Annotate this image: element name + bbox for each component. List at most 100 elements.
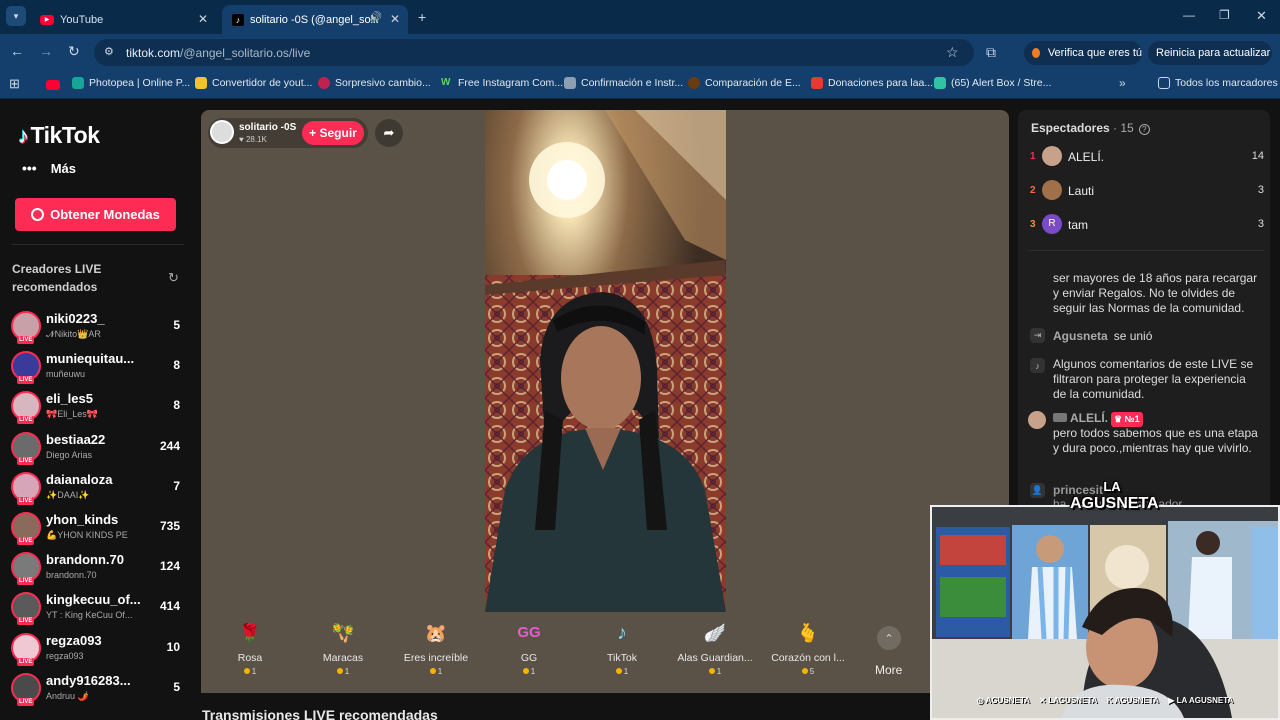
creator-row[interactable]: LIVE brandonn.70 brandonn.70 124 — [8, 549, 186, 587]
creator-row[interactable]: LIVE kingkecuu_of... YT : King KeCuu Of...… — [8, 589, 186, 627]
gift-item[interactable]: 🪽 Alas Guardian... 1 — [673, 620, 757, 686]
creator-name: bestiaa22 — [46, 431, 106, 447]
tiktok-logo[interactable]: ♪ TikTok — [18, 122, 100, 149]
bookmark-photopea[interactable]: Photopea | Online P... — [72, 77, 190, 89]
creator-row[interactable]: LIVE yhon_kinds 💪YHON KINDS PE 735 — [8, 509, 186, 547]
audio-playing-icon[interactable]: 🔊 — [370, 12, 382, 23]
user-icon: 👤 — [1030, 483, 1045, 498]
chevron-up-icon[interactable]: ⌃ — [877, 626, 901, 650]
creator-viewer-count: 735 — [159, 519, 180, 533]
minimize-icon[interactable]: — — [1183, 8, 1195, 22]
tiktok-favicon-icon: ♪ — [232, 13, 244, 26]
back-icon[interactable]: ← — [10, 43, 24, 59]
gift-item[interactable]: GG GG 1 — [487, 620, 571, 686]
bookmark-youtube-icon[interactable] — [46, 80, 60, 90]
more-bookmarks-icon[interactable]: » — [1119, 76, 1126, 90]
creator-row[interactable]: LIVE daianaloza ✨DAAI✨ 7 — [8, 469, 186, 507]
bookmark-confirmacion[interactable]: Confirmación e Instr... — [564, 77, 683, 89]
forward-icon[interactable]: → — [39, 43, 53, 59]
viewer-row[interactable]: 2 Lauti 3 — [1028, 177, 1264, 207]
host-avatar[interactable] — [210, 120, 234, 144]
bookmark-donaciones[interactable]: Donaciones para laa... — [811, 77, 933, 89]
creator-viewer-count: 124 — [159, 559, 180, 574]
site-info-icon[interactable]: ⚙ — [104, 45, 114, 58]
level-badge-icon — [1053, 413, 1067, 422]
creator-viewer-count: 10 — [166, 639, 180, 654]
gift-item[interactable]: 🌹 Rosa 1 — [208, 620, 292, 686]
live-badge: LIVE — [17, 537, 35, 545]
creator-name: kingkecuu_of... — [46, 592, 141, 608]
tab-title: YouTube — [60, 13, 104, 26]
comment-user[interactable]: ALELÍ. — [1070, 411, 1108, 425]
instagram-handle: ◎ AGUSNETA — [977, 696, 1030, 705]
bookmark-alertbox[interactable]: (65) Alert Box / Stre... — [934, 77, 1051, 89]
creator-row[interactable]: LIVE bestiaa22 Diego Arias 244 — [8, 429, 186, 467]
gift-item[interactable]: 🫰 Corazón con l... 5 — [766, 620, 850, 686]
host-name[interactable]: solitario -0S — [239, 122, 296, 133]
gift-name: Alas Guardian... — [677, 652, 753, 664]
viewers-title: Espectadores — [1031, 121, 1110, 135]
bookmark-sorpresivo[interactable]: Sorpresivo cambio... — [318, 77, 431, 89]
close-tab-icon[interactable]: ✕ — [390, 12, 400, 26]
menu-kebab-icon[interactable]: ⋮ — [1276, 47, 1280, 60]
gift-cost: 1 — [394, 667, 478, 676]
new-tab-icon[interactable]: + — [418, 9, 426, 25]
gift-name: Rosa — [237, 652, 263, 664]
warning-icon — [1032, 48, 1040, 58]
restore-icon[interactable]: ❐ — [1219, 8, 1230, 22]
bookmark-label: Todos los marcadores — [1175, 77, 1278, 89]
bookmark-comparacion[interactable]: Comparación de E... — [688, 77, 801, 89]
gift-name: Corazón con l... — [771, 652, 845, 664]
x-icon: ✕ — [1039, 695, 1049, 705]
tab-youtube[interactable]: ▶ YouTube ✕ — [30, 5, 216, 34]
live-badge: LIVE — [17, 577, 35, 586]
creator-viewer-count: 7 — [173, 478, 180, 493]
follow-button[interactable]: + Seguir — [302, 121, 364, 145]
update-label: Reinicia para actualizar — [1156, 47, 1271, 59]
gift-item[interactable]: 🪇 Maracas 1 — [301, 620, 385, 686]
creator-row[interactable]: LIVE andy916283... Andruu 🌶️ 5 — [8, 670, 186, 708]
share-icon[interactable]: ➦ — [375, 119, 403, 147]
system-message: ser mayores de 18 años para recargar y e… — [1053, 271, 1258, 315]
info-icon[interactable]: ? — [1138, 124, 1150, 135]
extensions-icon[interactable]: ⧉ — [986, 44, 996, 61]
gift-cost: 5 — [766, 667, 850, 676]
join-user[interactable]: Agusneta — [1053, 329, 1108, 343]
bookmark-convertidor[interactable]: Convertidor de yout... — [195, 77, 312, 89]
tab-tiktok-live[interactable]: ♪ solitario -0S (@angel_solita 🔊 ✕ — [222, 5, 408, 34]
refresh-icon[interactable]: ↻ — [168, 270, 179, 286]
get-coins-button[interactable]: Obtener Monedas — [15, 198, 176, 231]
creator-row[interactable]: LIVE regza093 regza093 10 — [8, 630, 186, 668]
gift-name: Maracas — [322, 652, 364, 664]
live-badge: LIVE — [17, 456, 35, 465]
apps-grid-icon[interactable]: ⊞ — [9, 76, 20, 92]
close-window-icon[interactable]: ✕ — [1256, 8, 1267, 24]
viewer-row[interactable]: 1 ALELÍ. 14 — [1028, 143, 1264, 173]
more-menu[interactable]: ••• Más — [22, 160, 76, 176]
url-text[interactable]: tiktok.com/@angel_solitario.os/live — [126, 46, 310, 60]
viewer-row[interactable]: 3 Rtam 3 — [1028, 211, 1264, 241]
gift-icon: 🪇 — [331, 623, 355, 643]
creator-row[interactable]: LIVE eli_les5 🎀Eli_Les🎀 8 — [8, 388, 186, 426]
verify-chip[interactable]: Verifica que eres tú — [1024, 41, 1142, 65]
all-bookmarks[interactable]: Todos los marcadores — [1158, 77, 1278, 89]
streamer-webcam — [930, 505, 1280, 720]
reload-icon[interactable]: ↻ — [68, 43, 80, 60]
bookmark-instagram[interactable]: W Free Instagram Com... — [441, 77, 563, 89]
creator-row[interactable]: LIVE niki0223_ 𝓝Nikito👑AR 5 — [8, 308, 186, 346]
update-chip[interactable]: Reinicia para actualizar ⋮ — [1148, 41, 1280, 65]
tab-search-button[interactable]: ▾ — [6, 6, 26, 26]
close-tab-icon[interactable]: ✕ — [198, 12, 208, 26]
handle-text: AGUSNETA — [985, 695, 1030, 705]
live-video[interactable] — [485, 110, 726, 612]
gift-item[interactable]: ♪ TikTok 1 — [580, 620, 664, 686]
divider — [12, 244, 184, 245]
commenter-avatar[interactable] — [1028, 411, 1046, 429]
gift-item[interactable]: 🐹 Eres increíble 1 — [394, 620, 478, 686]
join-icon: ⇥ — [1030, 328, 1045, 343]
verify-label: Verifica que eres tú — [1047, 47, 1142, 59]
bookmark-star-icon[interactable]: ☆ — [946, 44, 959, 61]
creator-row[interactable]: LIVE muniequitau... muñeuwu 8 — [8, 348, 186, 386]
tiktok-notice-icon: ♪ — [1030, 358, 1045, 373]
more-gifts-button[interactable]: More — [875, 663, 902, 677]
